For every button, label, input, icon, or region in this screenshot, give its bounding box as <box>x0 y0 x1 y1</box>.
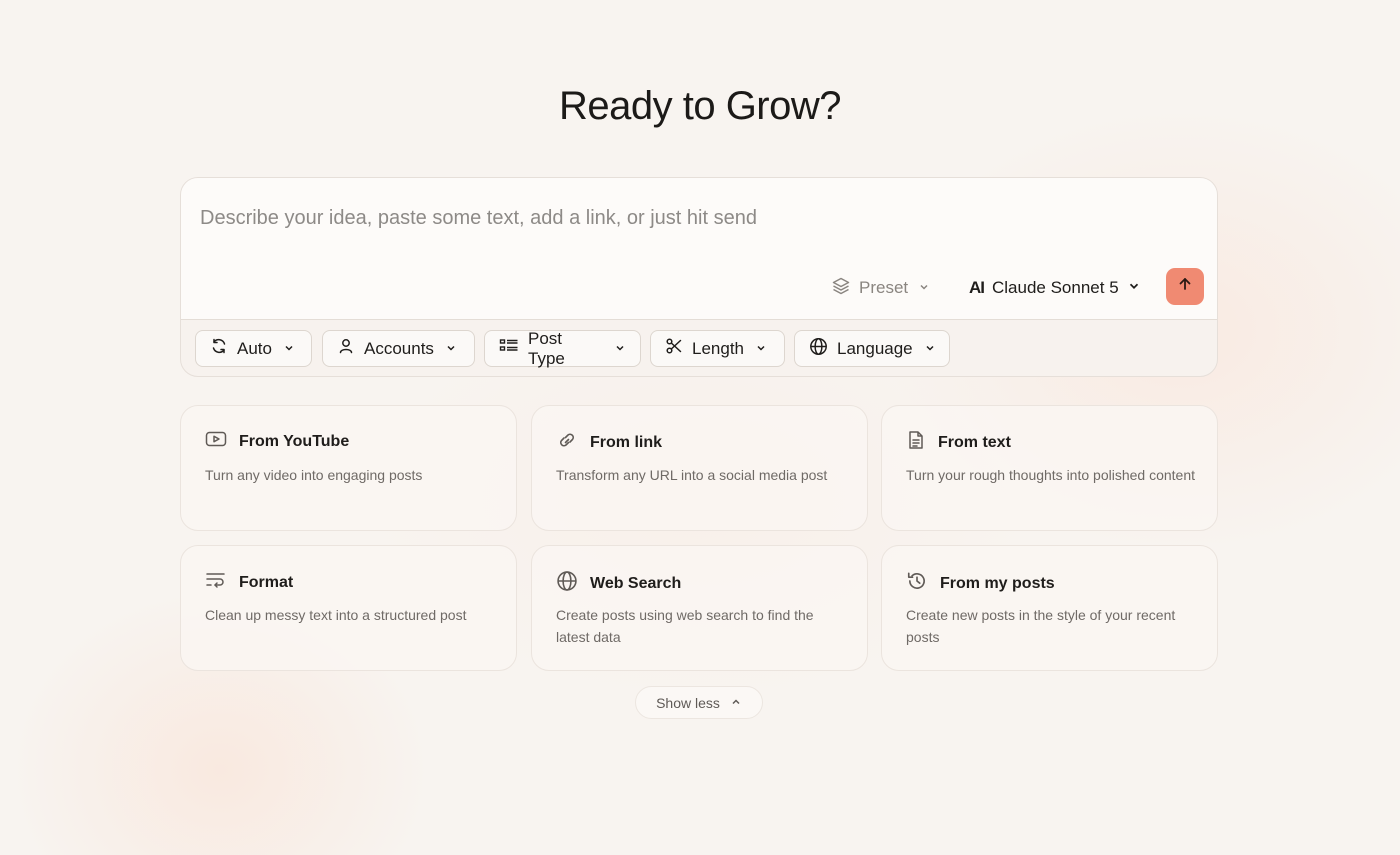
card-title: From my posts <box>940 574 1055 592</box>
accounts-dropdown[interactable]: Accounts <box>322 330 475 367</box>
youtube-icon <box>205 430 227 453</box>
length-label: Length <box>692 338 744 358</box>
format-icon <box>205 570 227 595</box>
post-type-dropdown[interactable]: Post Type <box>484 328 641 368</box>
card-description: Create posts using web search to find th… <box>556 607 814 645</box>
card-web-search[interactable]: Web Search Create posts using web search… <box>531 545 868 671</box>
options-bar: Auto Accounts Post Type Length Language <box>181 320 1217 376</box>
card-from-youtube[interactable]: From YouTube Turn any video into engagin… <box>180 405 517 531</box>
length-dropdown[interactable]: Length <box>650 330 785 367</box>
composer: Preset AI Claude Sonnet 5 <box>180 177 1218 377</box>
chevron-up-icon <box>730 695 742 711</box>
history-icon <box>906 570 928 597</box>
card-title: From link <box>590 433 663 451</box>
chevron-down-icon <box>445 339 457 359</box>
scissors-icon <box>665 337 683 360</box>
card-format[interactable]: Format Clean up messy text into a struct… <box>180 545 517 671</box>
list-icon <box>499 337 519 360</box>
card-from-my-posts[interactable]: From my posts Create new posts in the st… <box>881 545 1218 671</box>
preset-label: Preset <box>859 278 909 297</box>
accounts-label: Accounts <box>364 338 434 358</box>
anthropic-logo-icon: AI <box>969 278 985 297</box>
model-selector[interactable]: AI Claude Sonnet 5 <box>969 273 1141 303</box>
chevron-down-icon <box>924 339 936 359</box>
chevron-down-icon <box>614 339 626 359</box>
card-title: From YouTube <box>239 432 350 450</box>
card-description: Clean up messy text into a structured po… <box>205 607 467 623</box>
card-description: Turn your rough thoughts into polished c… <box>906 467 1196 483</box>
arrow-up-icon <box>1177 276 1193 297</box>
globe-icon <box>556 570 578 597</box>
card-description: Turn any video into engaging posts <box>205 467 423 483</box>
document-icon <box>906 430 926 455</box>
language-dropdown[interactable]: Language <box>794 330 950 367</box>
model-label: Claude Sonnet 5 <box>992 278 1119 297</box>
idea-input[interactable] <box>181 178 1217 258</box>
show-less-button[interactable]: Show less <box>635 686 763 719</box>
show-less-label: Show less <box>656 694 720 711</box>
chevron-down-icon <box>1127 278 1141 298</box>
send-button[interactable] <box>1166 268 1204 305</box>
post-type-label: Post Type <box>528 328 565 368</box>
card-from-link[interactable]: From link Transform any URL into a socia… <box>531 405 868 531</box>
page-title: Ready to Grow? <box>558 84 842 128</box>
composer-input-area: Preset AI Claude Sonnet 5 <box>181 178 1217 320</box>
card-description: Transform any URL into a social media po… <box>556 467 828 483</box>
chevron-down-icon <box>918 278 930 298</box>
card-title: From text <box>938 433 1011 451</box>
user-icon <box>337 337 355 360</box>
language-label: Language <box>837 338 913 358</box>
preset-dropdown[interactable]: Preset <box>831 273 930 303</box>
chevron-down-icon <box>755 339 767 359</box>
refresh-icon <box>210 337 228 360</box>
auto-label: Auto <box>237 338 272 358</box>
auto-dropdown[interactable]: Auto <box>195 330 312 367</box>
layers-icon <box>831 276 851 301</box>
card-description: Create new posts in the style of your re… <box>906 607 1176 645</box>
card-from-text[interactable]: From text Turn your rough thoughts into … <box>881 405 1218 531</box>
chevron-down-icon <box>283 339 295 359</box>
card-title: Format <box>239 573 294 591</box>
globe-icon <box>809 337 828 361</box>
card-title: Web Search <box>590 574 682 592</box>
link-icon <box>556 430 578 455</box>
